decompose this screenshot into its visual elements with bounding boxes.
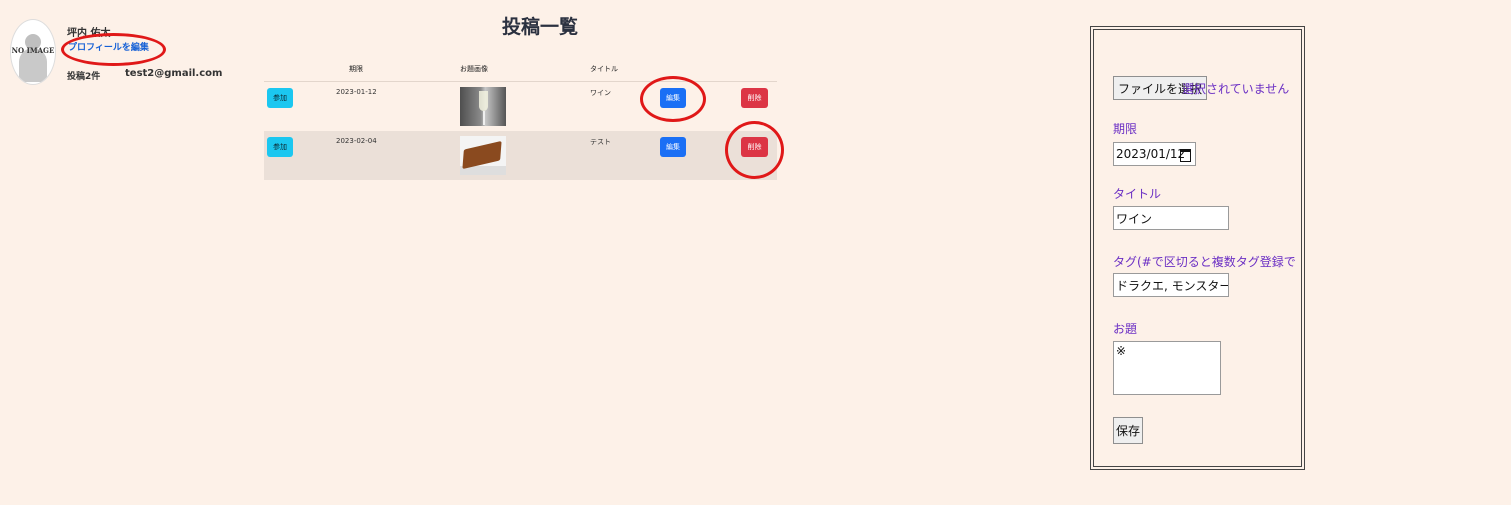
wine-glass-image bbox=[460, 87, 506, 126]
post-count: 投稿2件 bbox=[67, 72, 101, 82]
subject-label: お題 bbox=[1113, 322, 1138, 336]
title-label: タイトル bbox=[1113, 187, 1162, 201]
row-date: 2023-01-12 bbox=[336, 88, 377, 96]
column-header-image: お題画像 bbox=[460, 65, 488, 73]
post-edit-form: ファイルを選択 選択されていません 期限 2023/01/12 タイトル ワイン… bbox=[1090, 26, 1305, 470]
cake-slice-image bbox=[460, 136, 506, 175]
avatar: NO IMAGE bbox=[10, 19, 56, 85]
calendar-icon[interactable] bbox=[1180, 149, 1191, 162]
subject-textarea[interactable]: ※ bbox=[1113, 341, 1221, 395]
user-email: test2@gmail.com bbox=[125, 68, 223, 79]
row-title: テスト bbox=[590, 138, 611, 146]
row-title: ワイン bbox=[590, 89, 611, 97]
edit-button[interactable]: 編集 bbox=[660, 137, 686, 157]
join-button[interactable]: 参加 bbox=[267, 88, 293, 108]
deadline-date-input[interactable]: 2023/01/12 bbox=[1113, 142, 1196, 166]
column-header-deadline: 期限 bbox=[349, 65, 363, 73]
delete-button[interactable]: 削除 bbox=[741, 88, 768, 108]
page-title: 投稿一覧 bbox=[501, 16, 578, 38]
file-status-text: 選択されていません bbox=[1182, 82, 1290, 96]
annotation-circle-delete bbox=[725, 121, 784, 179]
column-header-title: タイトル bbox=[590, 65, 618, 73]
avatar-placeholder-text: NO IMAGE bbox=[11, 46, 55, 55]
annotation-circle-edit-profile bbox=[61, 33, 166, 66]
deadline-value: 2023/01/12 bbox=[1116, 147, 1186, 161]
table-row: 参加 2023-02-04 テスト 編集 削除 bbox=[264, 131, 777, 180]
tag-input[interactable]: ドラクエ, モンスター bbox=[1113, 273, 1229, 297]
row-date: 2023-02-04 bbox=[336, 137, 377, 145]
save-button[interactable]: 保存 bbox=[1113, 417, 1143, 444]
annotation-circle-edit bbox=[640, 76, 706, 122]
title-input[interactable]: ワイン bbox=[1113, 206, 1229, 230]
deadline-label: 期限 bbox=[1113, 122, 1138, 136]
join-button[interactable]: 参加 bbox=[267, 137, 293, 157]
